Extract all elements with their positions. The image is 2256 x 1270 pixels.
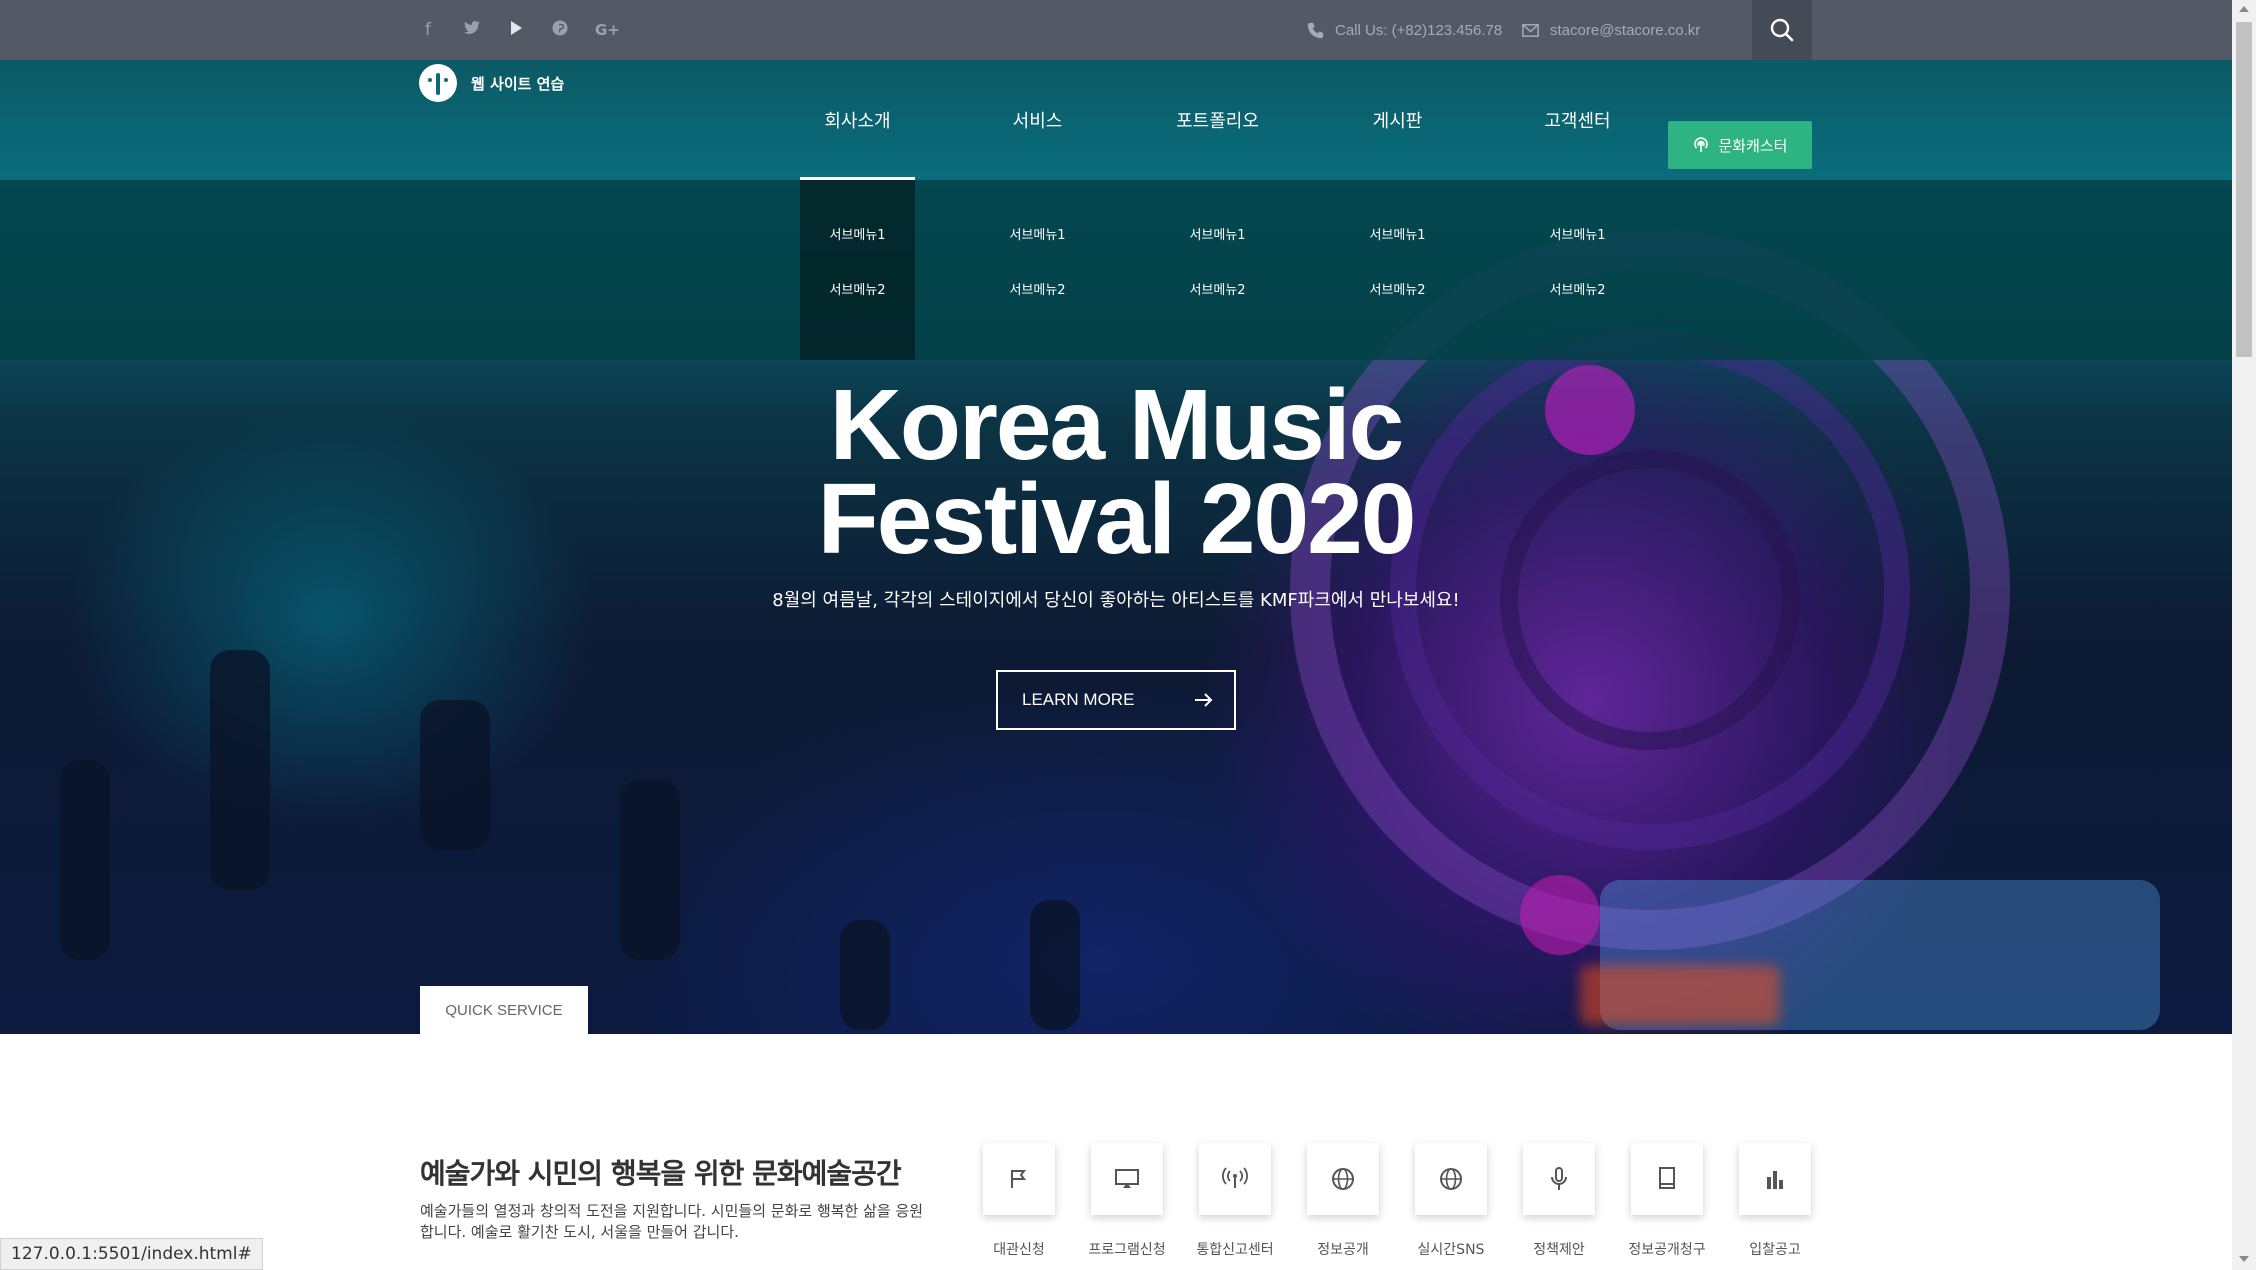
logo-text: 웹 사이트 연습 — [471, 74, 565, 93]
flag-icon — [1011, 1170, 1026, 1188]
submenu-item[interactable]: 서브메뉴2 — [1340, 279, 1455, 298]
nav-item-portfolio[interactable]: 포트폴리오 — [1160, 60, 1275, 180]
submenu-service: 서브메뉴1 서브메뉴2 — [980, 180, 1160, 360]
quick-item-policy[interactable]: 정책제안 — [1523, 1143, 1595, 1259]
submenu-item[interactable]: 서브메뉴2 — [800, 279, 915, 298]
section-title: 예술가와 시민의 행복을 위한 문화예술공간 — [420, 1157, 902, 1190]
nav-item-service[interactable]: 서비스 — [980, 60, 1095, 180]
submenu-item[interactable]: 서브메뉴1 — [1340, 224, 1455, 243]
microphone-icon — [1551, 1167, 1567, 1190]
quick-label: 대관신청 — [993, 1242, 1045, 1258]
light-spot — [1580, 965, 1780, 1025]
mixer-knob — [840, 920, 890, 1030]
quick-icon-box — [1523, 1143, 1595, 1215]
bar-chart-icon — [1767, 1171, 1783, 1189]
phone-contact: Call Us: (+82)123.456.78 — [1306, 0, 1502, 60]
quick-label: 프로그램신청 — [1088, 1242, 1166, 1258]
mixer-knob — [60, 760, 110, 960]
nav-item-support[interactable]: 고객센터 — [1520, 60, 1635, 180]
submenu-item[interactable]: 서브메뉴2 — [1160, 279, 1275, 298]
scroll-down-arrow-icon[interactable] — [2239, 1256, 2249, 1262]
arrow-right-icon — [1195, 693, 1213, 707]
twitter-icon[interactable] — [463, 20, 481, 40]
quick-icon-box — [1739, 1143, 1811, 1215]
quick-item-program[interactable]: 프로그램신청 — [1088, 1143, 1166, 1259]
google-plus-icon[interactable]: G+ — [595, 21, 620, 39]
antenna-icon — [1222, 1167, 1248, 1188]
podcast-icon — [1694, 137, 1709, 152]
phone-icon — [1307, 22, 1324, 38]
submenu-item[interactable]: 서브메뉴2 — [980, 279, 1095, 298]
pinterest-icon[interactable] — [551, 20, 569, 41]
section-description: 예술가들의 열정과 창의적 도전을 지원합니다. 시민들의 문화로 행복한 삶을… — [420, 1202, 924, 1241]
scroll-up-arrow-icon[interactable] — [2239, 6, 2249, 12]
quick-item-sns[interactable]: 실시간SNS — [1415, 1143, 1487, 1259]
facebook-icon[interactable]: f — [419, 20, 437, 40]
quick-item-rental[interactable]: 대관신청 — [983, 1143, 1055, 1259]
quick-label: 입찰공고 — [1749, 1242, 1801, 1258]
cta-label: 문화캐스터 — [1718, 136, 1788, 155]
culture-caster-button[interactable]: 문화캐스터 — [1668, 121, 1812, 169]
quick-service-list: 대관신청 프로그램신청 통합신고센터 정보공개 실시간SNS 정책제안 정보공개… — [983, 1143, 1811, 1259]
browser-status-url: 127.0.0.1:5501/index.html# — [0, 1238, 263, 1270]
phone-text: Call Us: (+82)123.456.78 — [1335, 21, 1503, 39]
youtube-icon[interactable] — [507, 20, 525, 41]
submenu-support: 서브메뉴1 서브메뉴2 — [1520, 180, 1700, 360]
hero-title-line2: Festival 2020 — [817, 463, 1417, 575]
quick-item-bid[interactable]: 입찰공고 — [1739, 1143, 1811, 1259]
monitor-icon — [1115, 1169, 1139, 1188]
email-contact: stacore@stacore.co.kr — [1521, 0, 1700, 60]
globe-icon — [1440, 1168, 1462, 1190]
site-logo[interactable]: 웹 사이트 연습 — [419, 64, 564, 102]
quick-label: 정보공개청구 — [1628, 1242, 1706, 1258]
hero-subtitle: 8월의 여름날, 각각의 스테이지에서 당신이 좋아하는 아티스트를 KMF파크… — [772, 590, 1460, 611]
quick-service-tab[interactable]: QUICK SERVICE — [420, 986, 588, 1034]
quick-icon-box — [983, 1143, 1055, 1215]
search-icon — [1770, 18, 1794, 42]
hero-title-line1: Korea Music — [829, 369, 1405, 481]
mixer-knob — [420, 700, 490, 850]
quick-label: 통합신고센터 — [1196, 1242, 1274, 1258]
quick-icon-box — [1091, 1143, 1163, 1215]
social-links: f G+ — [419, 0, 620, 60]
light-spot — [1520, 875, 1600, 955]
submenu-board: 서브메뉴1 서브메뉴2 — [1340, 180, 1520, 360]
quick-icon-box — [1199, 1143, 1271, 1215]
mixer-knob — [1030, 900, 1080, 1030]
quick-item-report[interactable]: 통합신고센터 — [1196, 1143, 1274, 1259]
mixer-knob — [210, 650, 270, 890]
quick-label: 정책제안 — [1533, 1242, 1585, 1258]
quick-icon-box — [1631, 1143, 1703, 1215]
submenu-item[interactable]: 서브메뉴1 — [1520, 224, 1635, 243]
quick-label: 실시간SNS — [1417, 1242, 1485, 1258]
mixer-knob — [620, 780, 680, 960]
learn-more-label: LEARN MORE — [1022, 690, 1135, 709]
submenu-item[interactable]: 서브메뉴1 — [980, 224, 1095, 243]
nav-item-company[interactable]: 회사소개 — [800, 60, 915, 180]
quick-icon-box — [1415, 1143, 1487, 1215]
mail-icon — [1522, 23, 1539, 37]
quick-item-request[interactable]: 정보공개청구 — [1628, 1143, 1706, 1259]
main-nav: 회사소개 서비스 포트폴리오 게시판 고객센터 — [800, 60, 1635, 180]
quick-label: 정보공개 — [1317, 1242, 1369, 1258]
submenu-item[interactable]: 서브메뉴1 — [1160, 224, 1275, 243]
learn-more-button[interactable]: LEARN MORE — [996, 670, 1236, 730]
globe-icon — [1332, 1168, 1354, 1190]
book-icon — [1659, 1167, 1675, 1189]
nav-item-board[interactable]: 게시판 — [1340, 60, 1455, 180]
quick-icon-box — [1307, 1143, 1379, 1215]
email-text[interactable]: stacore@stacore.co.kr — [1550, 22, 1700, 39]
quick-item-disclosure[interactable]: 정보공개 — [1307, 1143, 1379, 1259]
submenu-company: 서브메뉴1 서브메뉴2 — [800, 180, 980, 360]
submenu-portfolio: 서브메뉴1 서브메뉴2 — [1160, 180, 1340, 360]
hero-title: Korea Music Festival 2020 — [0, 369, 2232, 575]
scroll-thumb[interactable] — [2236, 22, 2252, 357]
search-button[interactable] — [1752, 0, 1812, 60]
submenu-item[interactable]: 서브메뉴1 — [800, 224, 915, 243]
vertical-scrollbar[interactable] — [2232, 0, 2256, 1270]
logo-icon — [419, 64, 457, 102]
top-bar: f G+ Call Us: (+82)123.456.78 stacore@st… — [0, 0, 2232, 60]
submenu-item[interactable]: 서브메뉴2 — [1520, 279, 1635, 298]
